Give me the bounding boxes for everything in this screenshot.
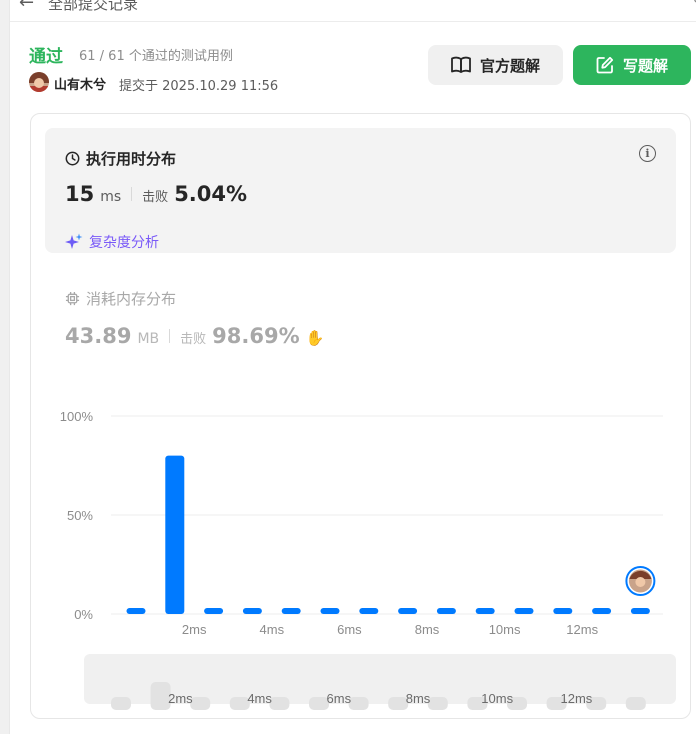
chart-bar [320,608,340,614]
chip-icon [65,291,80,306]
memory-values: 43.89 MB 击败 98.69% ✋ [65,324,324,348]
memory-beat-label: 击败 [180,332,207,347]
testcases-passed: 61 / 61 个通过的测试用例 [79,49,233,64]
chart-bar [398,608,418,614]
chart-bar [281,608,301,614]
chart-bar [475,608,495,614]
y-tick-label: 0% [74,607,93,622]
runtime-unit: ms [100,189,122,205]
submission-panel: ← 全部提交记录 c 通过 61 / 61 个通过的测试用例 山有木兮 提交于 … [9,0,696,734]
chart-bar [126,608,146,614]
runtime-distribution-chart[interactable]: 100% 50% 0% 2ms 4ms 6ms 8ms 10ms 12ms 2ms 4ms 6ms 8m… [31,394,691,719]
x-tick-label: 2ms [182,622,207,637]
memory-value: 43.89 [65,324,132,348]
divider [169,329,171,343]
info-icon[interactable]: i [639,145,656,162]
runtime-beat-label: 击败 [142,190,169,205]
runtime-values: 15 ms 击败 5.04% [65,182,247,206]
navigator-tick-label: 8ms [406,691,431,706]
x-tick-label: 4ms [260,622,285,637]
runtime-title: 执行用时分布 [65,148,176,169]
book-icon [451,56,471,73]
navigator-bar [625,697,646,710]
divider [131,187,133,201]
chart-bar [359,608,379,614]
write-solution-label: 写题解 [622,56,668,75]
chart-bar [514,608,534,614]
x-tick-label: 12ms [566,622,598,637]
status-text: 通过 [29,47,63,67]
navigator-tick-label: 6ms [327,691,352,706]
navigator-tick-label: 12ms [561,691,593,706]
chart-bar [204,608,224,614]
official-solution-label: 官方题解 [479,56,540,75]
complexity-analysis-link[interactable]: 复杂度分析 [65,232,159,252]
navigator-tick-label: 4ms [247,691,272,706]
user-avatar[interactable] [29,72,49,92]
username[interactable]: 山有木兮 [54,74,106,93]
distribution-card: 执行用时分布 i 15 ms 击败 5.04% 复杂度分析 消耗内存分布 43.… [30,113,691,719]
chart-bar [553,608,573,614]
navigator-tick-label: 2ms [168,691,193,706]
write-solution-button[interactable]: 写题解 [573,45,691,85]
navigator-bar [427,697,448,710]
official-solution-button[interactable]: 官方题解 [428,45,563,85]
x-tick-label: 10ms [489,622,521,637]
memory-section[interactable]: 消耗内存分布 [65,288,176,309]
x-tick-label: 8ms [415,622,440,637]
memory-title-text: 消耗内存分布 [86,290,177,308]
navigator-bar [111,697,131,710]
arrow-left-icon[interactable]: ← [19,0,34,13]
navigator-bar [269,697,290,710]
y-tick-label: 50% [67,508,93,523]
chart-bar [436,608,456,614]
chart-bar [165,455,185,614]
memory-unit: MB [137,331,160,347]
edit-icon [596,56,614,74]
marker-avatar-face [635,577,646,587]
complexity-label: 复杂度分析 [89,235,159,251]
submitted-time: 提交于 2025.10.29 11:56 [119,79,279,94]
clap-icon: ✋ [305,329,325,347]
memory-beat-value: 98.69% [212,324,300,348]
navigator-tick-label: 10ms [481,691,513,706]
chart-bar [592,608,612,614]
runtime-value: 15 [65,182,95,206]
x-tick-label: 6ms [337,622,362,637]
runtime-beat-value: 5.04% [174,182,248,206]
navigator-bar [348,697,369,710]
all-submissions-link[interactable]: 全部提交记录 [48,0,138,14]
runtime-title-text: 执行用时分布 [86,150,177,168]
navigator-bar [190,697,211,710]
chart-bar [630,608,650,614]
clock-icon [65,151,80,166]
y-tick-label: 100% [60,409,94,424]
runtime-section[interactable]: 执行用时分布 i 15 ms 击败 5.04% 复杂度分析 [45,128,676,253]
sparkle-icon [65,233,83,249]
top-bar: ← 全部提交记录 c [10,0,696,22]
chart-bar [242,608,262,614]
